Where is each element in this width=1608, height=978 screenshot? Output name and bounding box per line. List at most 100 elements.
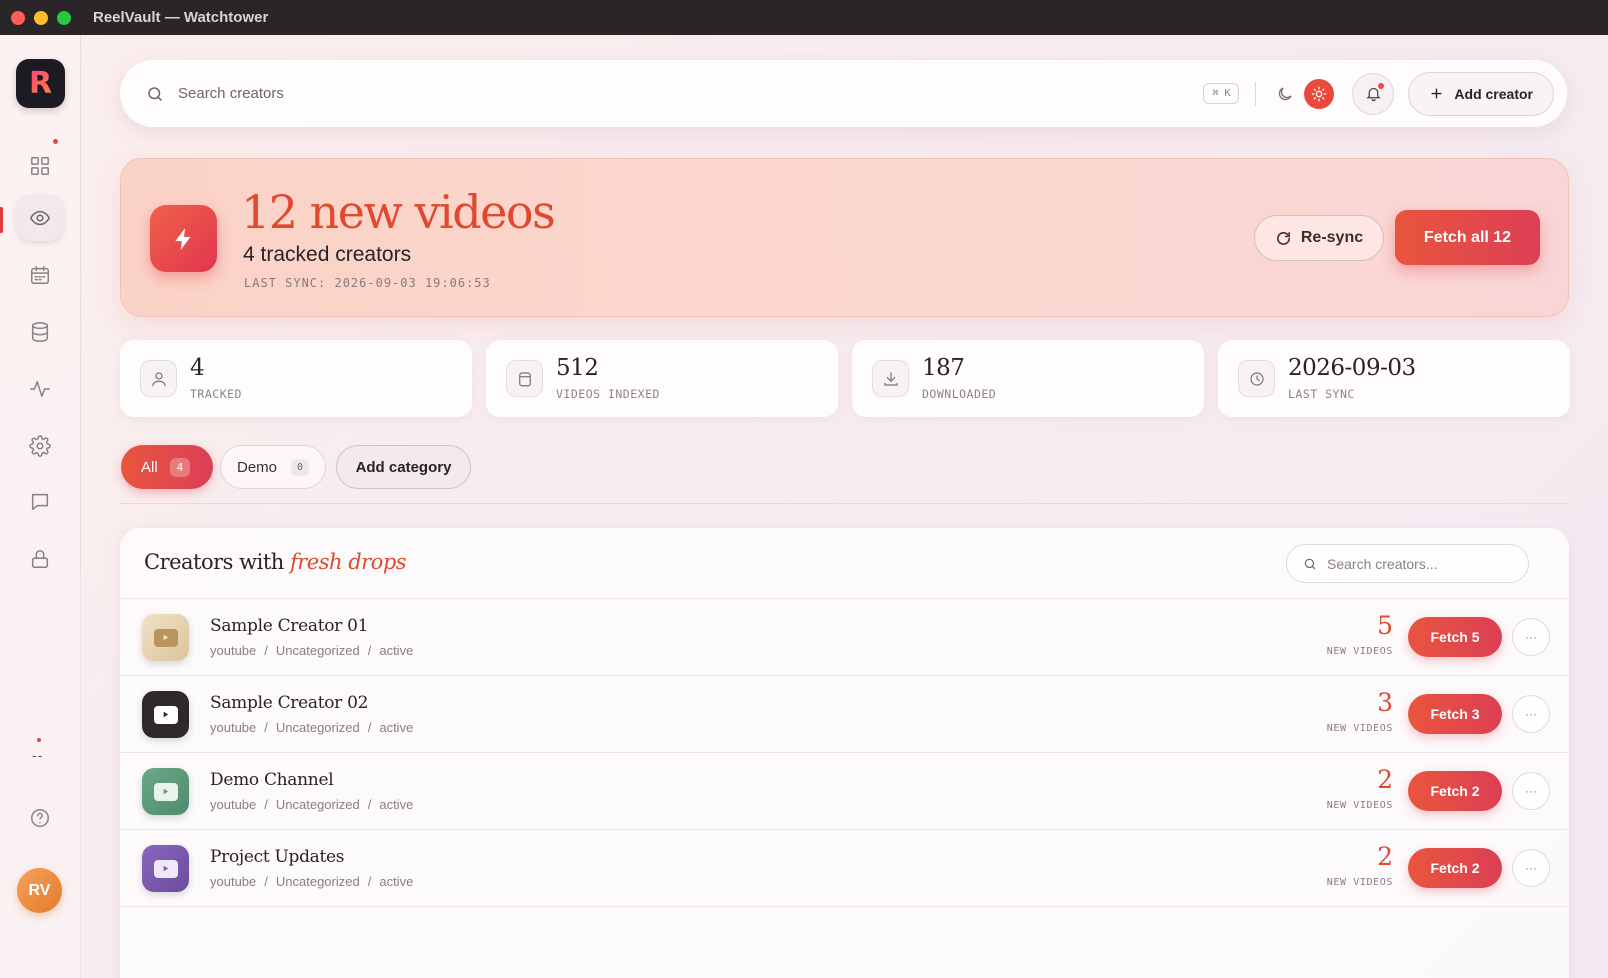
status-dot [37,738,41,742]
user-avatar[interactable]: RV [17,868,62,913]
stat-label: VIDEOS INDEXED [556,387,660,401]
more-options-button[interactable]: ··· [1512,695,1550,733]
light-theme-toggle[interactable] [1304,78,1335,109]
creator-meta: youtube / Uncategorized / active [210,874,414,889]
creator-name[interactable]: Sample Creator 02 [210,693,368,713]
creator-meta: youtube / Uncategorized / active [210,720,414,735]
more-options-button[interactable]: ··· [1512,772,1550,810]
download-icon [872,360,909,397]
creator-name[interactable]: Sample Creator 01 [210,616,368,636]
divider [1255,81,1257,106]
stat-card-downloaded: 187 DOWNLOADED [852,340,1204,417]
youtube-icon [142,691,189,738]
creator-row[interactable]: Project Updates youtube / Uncategorized / ac… [120,830,1569,907]
stat-value: 2026-09-03 [1288,355,1416,381]
sidebar-item-library[interactable] [17,309,63,355]
creators-search-input[interactable]: Search creators... [1286,544,1529,583]
plus-icon [1431,88,1442,99]
new-videos-count: 5 [1377,611,1393,640]
eye-icon [30,210,50,226]
panel-title-accent: fresh drops [289,550,407,574]
resync-button[interactable]: Re-sync [1254,215,1384,261]
user-icon [140,360,177,397]
new-videos-label: NEW VIDEOS [1326,877,1393,888]
pulse-icon [30,380,50,398]
sidebar-item-messages[interactable] [17,479,63,525]
category-chip-all[interactable]: All 4 [121,445,213,489]
help-icon [31,809,49,827]
app-logo[interactable]: R [16,59,65,108]
fetch-button[interactable]: Fetch 5 [1408,617,1502,657]
sidebar-item-activity[interactable] [17,366,63,412]
lock-icon [31,550,49,568]
sidebar-item-calendar[interactable] [17,252,63,298]
chat-icon [31,493,49,511]
fetch-all-button[interactable]: Fetch all 12 [1395,210,1540,265]
sidebar-item-settings[interactable] [17,423,63,469]
creator-row[interactable]: Sample Creator 01 youtube / Uncategorized /… [120,599,1569,676]
creator-meta: youtube / Uncategorized / active [210,797,414,812]
new-videos-count: 2 [1377,842,1393,871]
new-videos-count: 2 [1377,765,1393,794]
fetch-button[interactable]: Fetch 2 [1408,848,1502,888]
sidebar-item-help[interactable] [17,795,63,841]
window-controls [11,10,71,25]
sidebar-separator: -- [32,747,44,763]
sidebar-item-vault[interactable] [17,536,63,582]
moon-icon[interactable] [1276,85,1294,103]
new-videos-label: NEW VIDEOS [1326,800,1393,811]
add-creator-label: Add creator [1454,85,1533,102]
search-icon [1304,558,1316,569]
chip-count: 4 [169,457,191,477]
fetch-button[interactable]: Fetch 3 [1408,694,1502,734]
logo-letter: R [28,66,53,101]
search-input[interactable]: Search creators [178,85,1203,102]
category-chip-demo[interactable]: Demo 0 [220,445,326,489]
add-creator-button[interactable]: Add creator [1408,71,1554,116]
new-videos-banner: 12 new videos 4 tracked creators LAST SY… [120,158,1569,317]
database-icon [31,322,49,342]
stat-card-videos-indexed: 512 VIDEOS INDEXED [486,340,838,417]
fetch-button[interactable]: Fetch 2 [1408,771,1502,811]
creators-panel: Creators with fresh drops Search creator… [120,528,1569,978]
creators-search-placeholder: Search creators... [1327,555,1438,572]
sidebar: R -- RV [0,35,81,978]
new-videos-label: NEW VIDEOS [1326,723,1393,734]
add-category-button[interactable]: Add category [336,445,471,489]
stat-card-tracked: 4 TRACKED [120,340,472,417]
notifications-button[interactable] [1352,72,1395,115]
youtube-icon [142,768,189,815]
youtube-icon [142,614,189,661]
youtube-icon [142,845,189,892]
chip-count: 0 [291,458,310,476]
app-window: ReelVault — Watchtower R -- RV Search cr… [0,0,1608,978]
tracked-creators-count: 4 tracked creators [243,243,412,266]
calendar-icon [31,266,49,284]
sun-icon [1312,86,1327,101]
section-divider [120,503,1569,504]
stat-value: 512 [556,355,599,381]
sidebar-item-watchtower[interactable] [17,195,63,241]
close-window-button[interactable] [11,10,25,25]
creator-name[interactable]: Demo Channel [210,770,334,790]
more-options-button[interactable]: ··· [1512,849,1550,887]
minimize-window-button[interactable] [34,10,48,25]
sidebar-item-dashboard[interactable] [17,143,63,189]
creator-row[interactable]: Demo Channel youtube / Uncategorized / activ… [120,753,1569,830]
new-videos-label: NEW VIDEOS [1326,646,1393,657]
grid-icon [31,157,49,175]
more-options-button[interactable]: ··· [1512,618,1550,656]
new-videos-count: 3 [1377,688,1393,717]
lightning-icon [150,205,217,272]
database-icon [506,360,543,397]
creator-name[interactable]: Project Updates [210,847,345,867]
notification-badge [1378,82,1385,89]
panel-title: Creators with fresh drops [144,550,407,574]
creator-row[interactable]: Sample Creator 02 youtube / Uncategorized /… [120,676,1569,753]
dashboard-notification-dot [53,139,58,144]
refresh-icon [1276,231,1290,245]
last-sync-timestamp: LAST SYNC: 2026-09-03 19:06:53 [244,276,491,290]
panel-title-prefix: Creators with [144,550,284,574]
stat-label: DOWNLOADED [922,387,997,401]
zoom-window-button[interactable] [57,10,71,25]
